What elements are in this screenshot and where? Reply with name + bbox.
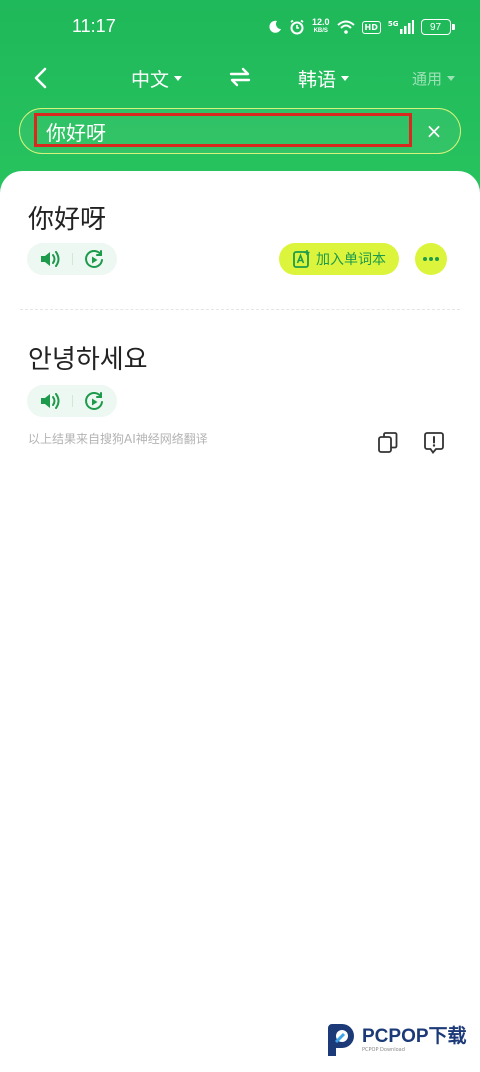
nav-bar: 中文 韩语 通用 [0,56,480,100]
feedback-icon[interactable] [422,431,446,455]
slow-play-icon[interactable] [83,391,105,413]
source-audio-controls [27,243,117,275]
copy-icon[interactable] [377,431,399,455]
section-divider [20,309,460,310]
net-speed: 12.0 KB/S [312,18,330,36]
alarm-icon [290,19,304,35]
status-bar: 11:17 12.0 KB/S HD 5G 97 [0,0,480,56]
caret-down-icon [447,76,456,81]
speaker-icon[interactable] [39,392,61,410]
watermark: PCPOP下载 PCPOP Download [324,1020,474,1060]
divider [72,395,73,407]
source-language-select[interactable]: 中文 [131,65,183,92]
status-time: 11:17 [72,16,116,36]
source-language-label: 中文 [131,69,170,91]
watermark-logo-icon [328,1024,354,1056]
net-speed-unit: KB/S [313,28,328,34]
more-options-button[interactable] [415,243,447,275]
signal-bars-icon [399,20,414,34]
speaker-icon[interactable] [39,250,61,268]
status-icons: 12.0 KB/S HD 5G 97 [268,14,455,40]
add-to-wordbook-label: 加入单词本 [316,252,386,268]
hd-badge: HD [361,20,381,34]
target-language-select[interactable]: 韩语 [298,65,350,92]
swap-languages-icon[interactable] [228,66,252,88]
domain-label: 通用 [412,70,443,88]
search-input[interactable]: 你好呀 × [19,108,461,154]
caret-down-icon [341,76,350,81]
signal-type: 5G [387,20,399,28]
result-card [0,171,480,1072]
translation-audio-controls [27,385,117,417]
watermark-text-block: PCPOP下载 PCPOP Download [362,1025,467,1054]
search-query: 你好呀 [46,121,106,145]
clear-icon[interactable]: × [422,119,446,143]
divider [72,253,73,265]
back-arrow-icon[interactable] [28,64,56,92]
source-text: 你好呀 [28,205,107,235]
engine-note: 以上结果来自搜狗AI神经网络翻译 [28,432,208,446]
battery-level: 97 [429,21,442,33]
moon-icon [269,20,281,33]
watermark-brand: PCPOP下载 [362,1025,467,1047]
add-to-wordbook-button[interactable]: 加入单词本 [279,243,399,275]
more-dots-icon [423,257,439,261]
signal-indicator: 5G [388,20,414,34]
target-language-label: 韩语 [298,69,337,91]
watermark-sub: PCPOP Download [362,1046,405,1053]
wordbook-icon [293,250,310,268]
domain-select[interactable]: 通用 [412,68,456,89]
battery-icon: 97 [420,19,455,35]
caret-down-icon [174,76,183,81]
wifi-icon [336,20,355,34]
net-speed-value: 12.0 [312,17,330,27]
translation-text: 안녕하세요 [28,345,148,375]
slow-play-icon[interactable] [83,249,105,271]
